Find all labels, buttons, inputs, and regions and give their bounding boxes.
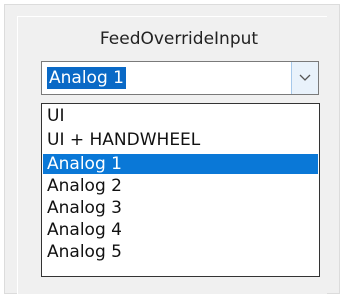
feed-override-input-label: FeedOverrideInput	[99, 29, 259, 49]
chevron-down-icon	[299, 74, 311, 81]
dropdown-item-ui[interactable]: UI	[43, 106, 318, 126]
dropdown-item-ui-handwheel[interactable]: UI + HANDWHEEL	[43, 130, 318, 150]
dropdown-item-analog-2[interactable]: Analog 2	[43, 176, 318, 196]
dropdown-item-analog-4[interactable]: Analog 4	[43, 220, 318, 240]
dropdown-item-analog-1[interactable]: Analog 1	[43, 154, 318, 174]
feed-override-combobox[interactable]: Analog 1	[41, 61, 319, 95]
combobox-selected-value: Analog 1	[47, 67, 126, 89]
combobox-dropdown-button[interactable]	[291, 62, 318, 94]
dropdown-list: UI UI + HANDWHEEL Analog 1 Analog 2 Anal…	[41, 103, 320, 277]
dropdown-item-analog-3[interactable]: Analog 3	[43, 198, 318, 218]
dropdown-item-analog-5[interactable]: Analog 5	[43, 242, 318, 262]
